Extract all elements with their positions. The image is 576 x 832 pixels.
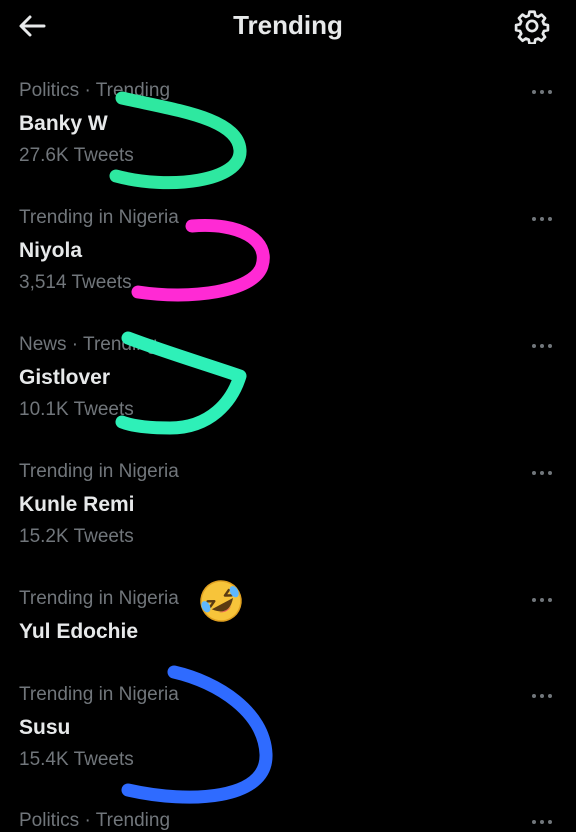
trend-item[interactable]: News · Trending Gistlover 10.1K Tweets (0, 332, 576, 442)
trend-tweet-count: 15.2K Tweets (19, 526, 134, 547)
trend-item[interactable]: Politics · Trending Banky W 27.6K Tweets (0, 78, 576, 188)
trend-category: News · Trending (19, 334, 158, 355)
trend-category: Trending in Nigeria (19, 461, 179, 482)
more-options-icon[interactable] (532, 818, 556, 826)
page-title: Trending (233, 10, 343, 40)
trend-name: Kunle Remi (19, 493, 135, 516)
top-bar: Trending (0, 0, 576, 52)
trend-tweet-count: 10.1K Tweets (19, 399, 134, 420)
trend-tweet-count: 3,514 Tweets (19, 272, 132, 293)
trend-item[interactable]: Trending in Nigeria Niyola 3,514 Tweets (0, 205, 576, 315)
trend-category: Politics · Trending (19, 810, 171, 831)
trend-category: Trending in Nigeria (19, 684, 179, 705)
more-options-icon[interactable] (532, 692, 556, 700)
trend-category: Trending in Nigeria (19, 207, 179, 228)
trend-name: Susu (19, 716, 71, 739)
trend-item[interactable]: Trending in Nigeria Susu 15.4K Tweets (0, 682, 576, 792)
laughing-emoji-icon (200, 580, 242, 622)
trend-name: Gistlover (19, 366, 111, 389)
trend-name: Banky W (19, 112, 108, 135)
trend-tweet-count: 27.6K Tweets (19, 145, 134, 166)
more-options-icon[interactable] (532, 88, 556, 96)
more-options-icon[interactable] (532, 596, 556, 604)
more-options-icon[interactable] (532, 342, 556, 350)
trend-item[interactable]: Trending in Nigeria Yul Edochie (0, 586, 576, 666)
more-options-icon[interactable] (532, 215, 556, 223)
trend-category: Politics · Trending (19, 80, 171, 101)
trend-item[interactable]: Trending in Nigeria Kunle Remi 15.2K Twe… (0, 459, 576, 569)
trend-name: Yul Edochie (19, 620, 139, 643)
more-options-icon[interactable] (532, 469, 556, 477)
trend-tweet-count: 15.4K Tweets (19, 749, 134, 770)
trend-name: Niyola (19, 239, 83, 262)
gear-icon[interactable] (514, 8, 550, 44)
trend-category: Trending in Nigeria (19, 588, 179, 609)
trend-item[interactable]: Politics · Trending (0, 808, 576, 831)
